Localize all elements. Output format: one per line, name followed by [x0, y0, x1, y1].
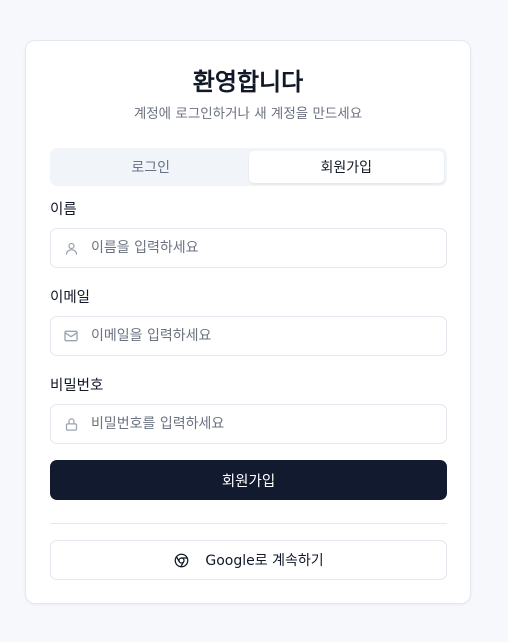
email-input[interactable]: [91, 317, 446, 355]
google-signin-button[interactable]: Google로 계속하기: [50, 540, 447, 580]
password-field[interactable]: [50, 404, 447, 444]
tab-signup[interactable]: 회원가입: [248, 151, 444, 183]
mail-icon: [63, 328, 79, 344]
email-label: 이메일: [50, 290, 91, 306]
page-title: 환영합니다: [192, 68, 304, 96]
google-button-label: Google로 계속하기: [205, 553, 324, 569]
password-input[interactable]: [91, 405, 446, 443]
divider: [50, 523, 447, 524]
name-label: 이름: [50, 202, 77, 218]
password-label: 비밀번호: [50, 378, 104, 394]
email-field[interactable]: [50, 316, 447, 356]
lock-icon: [63, 416, 79, 432]
auth-tabs: 로그인 회원가입: [50, 148, 447, 186]
page-subtitle: 계정에 로그인하거나 새 계정을 만드세요: [133, 106, 363, 122]
user-icon: [63, 240, 79, 256]
auth-card: 환영합니다 계정에 로그인하거나 새 계정을 만드세요 로그인 회원가입 이름 …: [25, 40, 471, 604]
tab-login[interactable]: 로그인: [53, 151, 249, 183]
name-field[interactable]: [50, 228, 447, 268]
name-input[interactable]: [91, 229, 446, 267]
chrome-icon: [173, 552, 189, 568]
signup-button[interactable]: 회원가입: [50, 460, 447, 500]
